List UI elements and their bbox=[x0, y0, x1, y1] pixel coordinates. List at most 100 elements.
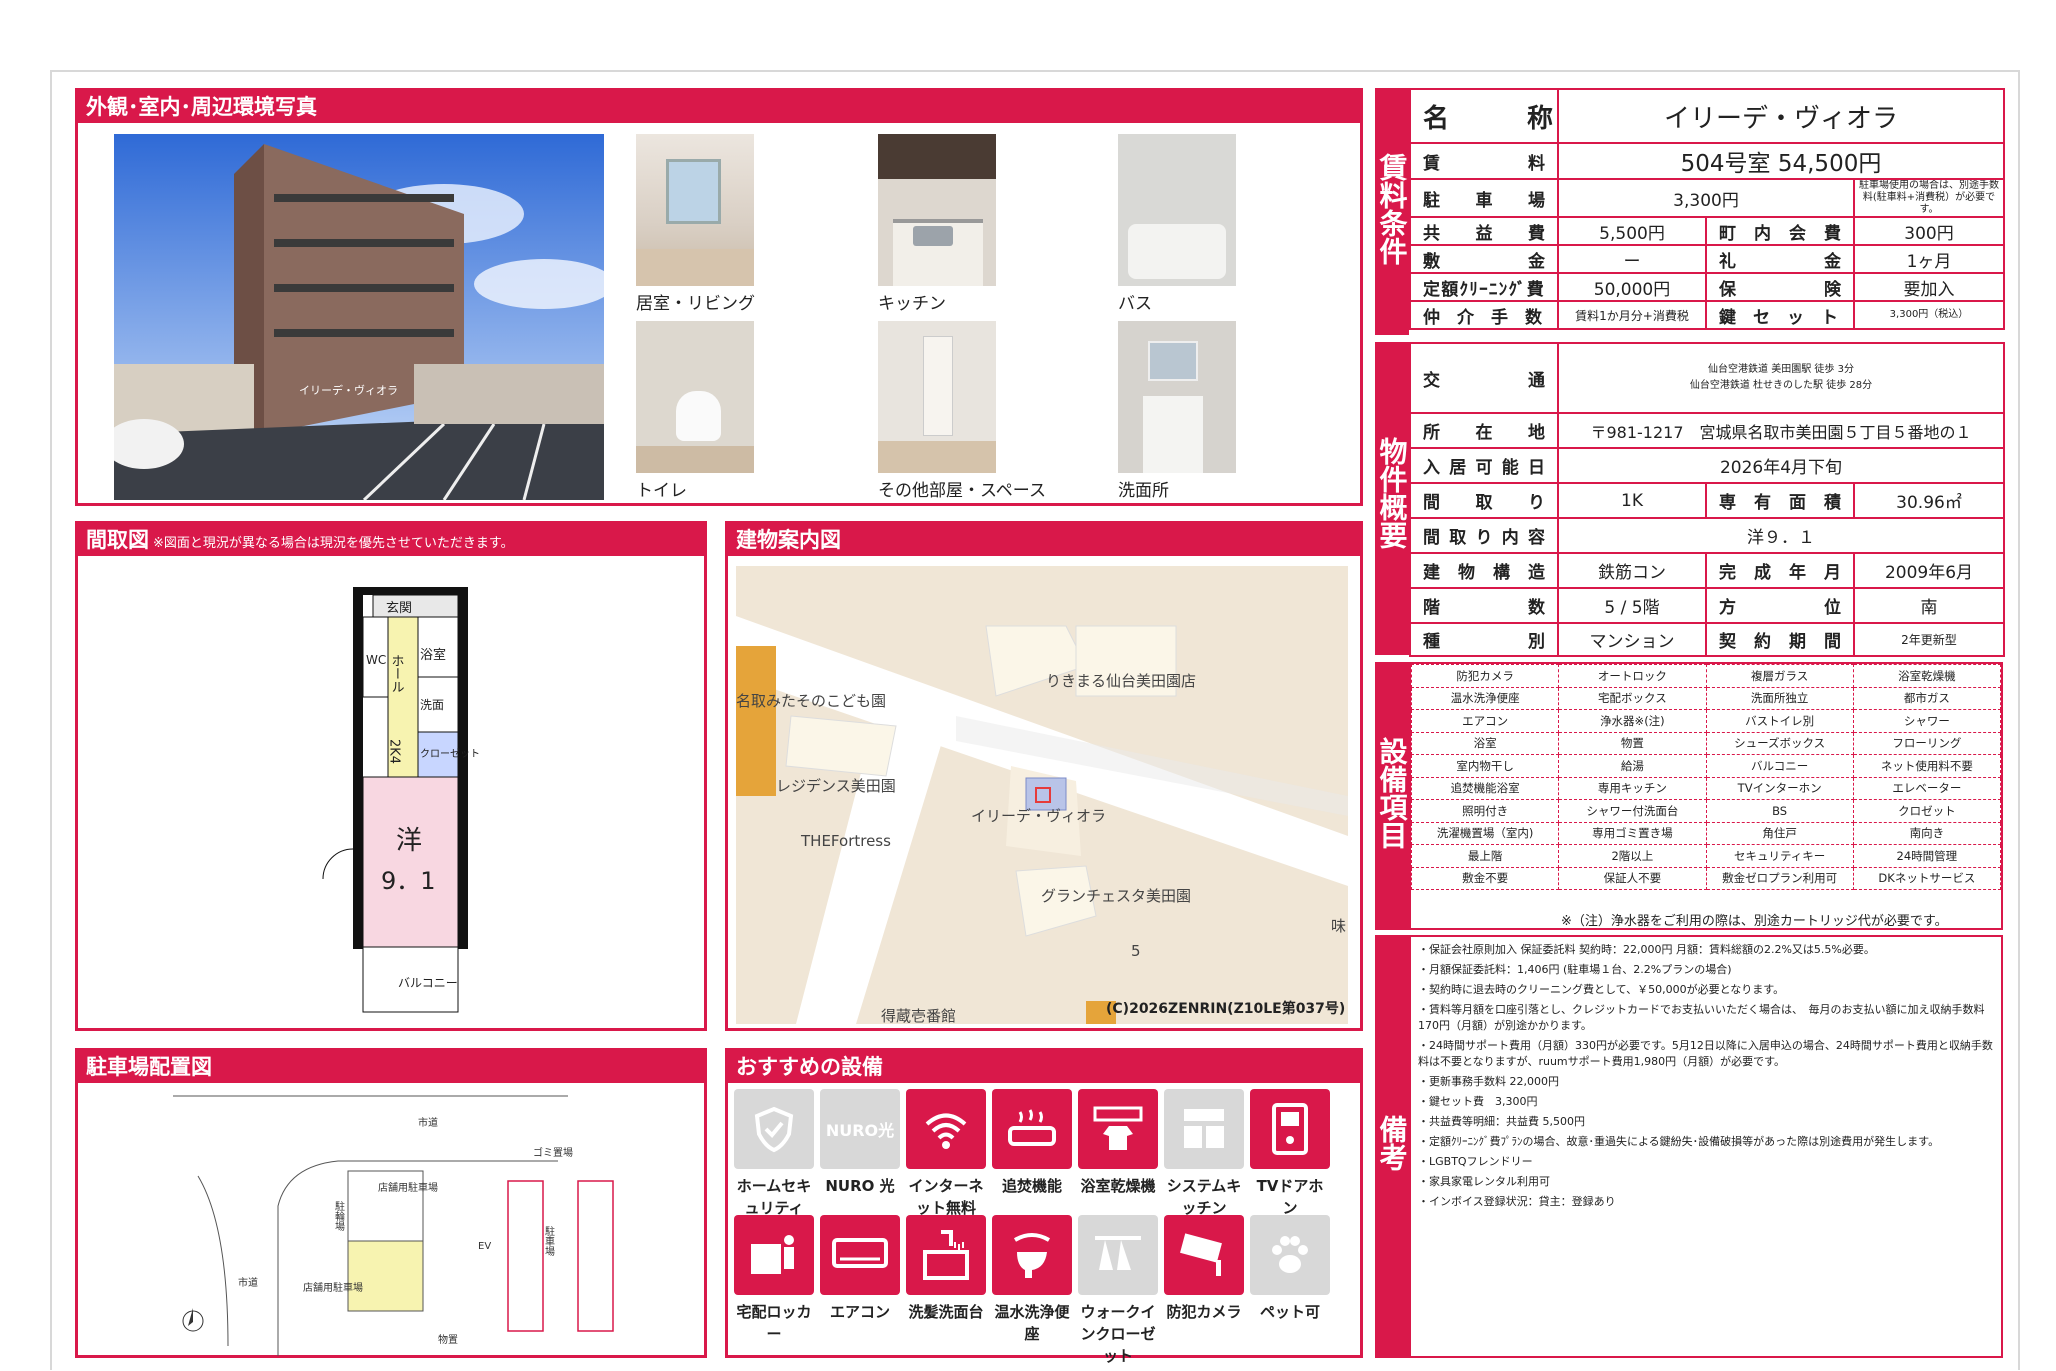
facility-item: 敷金不要 bbox=[1410, 866, 1560, 890]
recommend-item: NURO光 NURO 光 bbox=[820, 1089, 900, 1197]
brokerage-label: 仲 介 手 数 料 bbox=[1409, 300, 1559, 330]
map-copyright: (C)2026ZENRIN(Z10LE第037号) bbox=[1106, 1000, 1345, 1017]
kitchen-icon bbox=[1164, 1089, 1244, 1169]
fp-size: 9．1 bbox=[381, 867, 436, 895]
map-label-residence: レジデンス美田園 bbox=[776, 777, 896, 795]
facility-item: 室内物干し bbox=[1410, 754, 1560, 778]
facility-item: 保証人不要 bbox=[1558, 866, 1707, 890]
facility-item: 都市ガス bbox=[1852, 686, 2002, 710]
caption-toilet: トイレ bbox=[636, 481, 687, 501]
recommend-item: システムキッチン bbox=[1164, 1089, 1244, 1219]
layout: 1K bbox=[1557, 482, 1707, 519]
fp-wc: WC bbox=[366, 653, 386, 667]
fp-balcony: バルコニー bbox=[398, 976, 458, 990]
nuro-text: NURO光 bbox=[825, 1121, 895, 1140]
toilet-photo[interactable] bbox=[636, 321, 754, 473]
facility-item: 24時間管理 bbox=[1852, 844, 2002, 868]
remark-line: ・LGBTQフレンドリー bbox=[1418, 1155, 1533, 1168]
pk-garbage: ゴミ置場 bbox=[533, 1146, 573, 1159]
rent-section-tab: 賃料条件 bbox=[1375, 88, 1409, 335]
facility-item: 物置 bbox=[1558, 731, 1707, 755]
remark-line: ・インボイス登録状況：貸主：登録あり bbox=[1418, 1195, 1616, 1208]
kitchen-photo[interactable] bbox=[878, 134, 996, 286]
parking-fee: 3,300円 bbox=[1557, 178, 1855, 218]
facility-item: 追焚機能浴室 bbox=[1410, 776, 1560, 800]
remark-line: ・定額ｸﾘｰﾆﾝｸﾞ費ﾌﾟﾗﾝの場合、故意･重過失による鍵紛失･設備破損等があっ… bbox=[1418, 1135, 1940, 1148]
map-panel: 建物案内図 りきまる仙台美田園店 名取みたそのこども園 レジデンス美田園 THE… bbox=[725, 521, 1363, 1031]
shield-icon bbox=[734, 1089, 814, 1169]
property-table: 交 通 仙台空港鉄道 美田園駅 徒歩 3分仙台空港鉄道 杜せきのした駅 徒歩 28… bbox=[1409, 342, 2005, 657]
map-label-granchester: グランチェスタ美田園 bbox=[1041, 887, 1191, 905]
recommend-item: 温水洗浄便座 bbox=[992, 1215, 1072, 1345]
remarks-section-title: 備考 bbox=[1375, 1115, 1409, 1171]
pk-shop-parking: 店舗用駐車場 bbox=[378, 1181, 438, 1194]
locker-icon bbox=[734, 1215, 814, 1295]
pk-bike: 駐輪場 bbox=[333, 1200, 345, 1232]
facility-item: 浴室 bbox=[1410, 731, 1560, 755]
closet-icon bbox=[1078, 1215, 1158, 1295]
direction: 南 bbox=[1853, 587, 2005, 624]
exterior-photo[interactable]: イリーデ・ヴィオラ bbox=[114, 134, 604, 500]
caption-bath: バス bbox=[1118, 294, 1152, 314]
access-line-1: 仙台空港鉄道 美田園駅 徒歩 3分 bbox=[1708, 364, 1854, 375]
facility-item: エレベーター bbox=[1852, 776, 2002, 800]
key-fee-label: 鍵 セ ッ ト 費 bbox=[1705, 300, 1855, 330]
remark-line: ・24時間サポート費用（月額）330円が必要です。5月12日以降に入居申込の場合… bbox=[1418, 1039, 1993, 1068]
facilities-note: ※（注）浄水器をご利用の際は、別途カートリッジ代が必要です。 bbox=[1561, 914, 1948, 929]
recommend-item-label: 洗髪洗面台 bbox=[908, 1303, 984, 1321]
map-label-block: 5 bbox=[1131, 942, 1141, 960]
facility-item: TVインターホン bbox=[1705, 776, 1854, 800]
property-name: イリーデ・ヴィオラ bbox=[1557, 88, 2005, 144]
map-image[interactable]: りきまる仙台美田園店 名取みたそのこども園 レジデンス美田園 THEFortre… bbox=[736, 566, 1348, 1024]
floors-label: 階 数 bbox=[1409, 587, 1559, 624]
cleaning-fee: 50,000円 bbox=[1557, 272, 1707, 302]
north-arrow bbox=[182, 1308, 204, 1332]
recommend-item-label: システムキッチン bbox=[1166, 1177, 1242, 1217]
pk-road-left: 市道 bbox=[238, 1276, 258, 1289]
access-label: 交 通 bbox=[1409, 342, 1559, 414]
town-fee-label: 町 内 会 費 bbox=[1705, 216, 1855, 246]
floorplan-drawing: 玄関 WC ホール 2K4 浴室 洗面 クローゼット 洋 9．1 バルコニー bbox=[322, 587, 480, 1013]
recommend-item-label: 防犯カメラ bbox=[1166, 1303, 1242, 1321]
deposit: ー bbox=[1557, 244, 1707, 274]
bathtub-icon bbox=[992, 1089, 1072, 1169]
remark-line: ・保証会社原則加入 保証委託料 契約時：22,000円 月額：賃料総額の2.2%… bbox=[1418, 943, 1875, 956]
nuro-icon: NURO光 bbox=[820, 1089, 900, 1169]
facility-item: 給湯 bbox=[1558, 754, 1707, 778]
caption-kitchen: キッチン bbox=[878, 294, 946, 314]
remark-line: ・共益費等明細：共益費 5,500円 bbox=[1418, 1115, 1585, 1128]
bath-photo[interactable] bbox=[1118, 134, 1236, 286]
living-room-photo[interactable] bbox=[636, 134, 754, 286]
building-sign: イリーデ・ヴィオラ bbox=[299, 383, 398, 397]
other-room-photo[interactable] bbox=[878, 321, 996, 473]
deposit-label: 敷 金 bbox=[1409, 244, 1559, 274]
area: 30.96㎡ bbox=[1853, 482, 2005, 519]
facility-item: オートロック bbox=[1558, 664, 1707, 688]
caption-living: 居室・リビング bbox=[636, 294, 755, 314]
type-label: 種 別 bbox=[1409, 622, 1559, 657]
recommend-title: おすすめの設備 bbox=[728, 1051, 1360, 1083]
facility-item: BS bbox=[1705, 799, 1854, 823]
remark-line: ・更新事務手数料 22,000円 bbox=[1418, 1075, 1559, 1088]
key-fee: 3,300円（税込） bbox=[1853, 300, 2005, 330]
fp-kitchen: 2K4 bbox=[387, 739, 402, 764]
built-date: 2009年6月 bbox=[1853, 552, 2005, 589]
recommend-item: TVドアホン bbox=[1250, 1089, 1330, 1219]
fp-wash: 洗面 bbox=[420, 698, 444, 712]
fp-entrance: 玄関 bbox=[386, 601, 412, 616]
paw-icon bbox=[1250, 1215, 1330, 1295]
facility-item: 角住戸 bbox=[1705, 821, 1854, 845]
facility-item: 宅配ボックス bbox=[1558, 686, 1707, 710]
recommend-item-label: ウォークインクローゼット bbox=[1080, 1303, 1156, 1365]
cleaning-label: 定額ｸﾘｰﾆﾝｸﾞ費 bbox=[1409, 272, 1559, 302]
facility-item: ネット使用料不要 bbox=[1852, 754, 2002, 778]
access-line-2: 仙台空港鉄道 杜せきのした駅 徒歩 28分 bbox=[1689, 380, 1873, 391]
key-money-label: 礼 金 bbox=[1705, 244, 1855, 274]
map-label-kodomoen: 名取みたそのこども園 bbox=[736, 692, 886, 710]
washroom-photo[interactable] bbox=[1118, 321, 1236, 473]
property-section-title: 物件概要 bbox=[1375, 437, 1409, 549]
rooms-label: 間 取 り 内 容 bbox=[1409, 517, 1559, 554]
aircon-icon bbox=[820, 1215, 900, 1295]
structure-label: 建 物 構 造 bbox=[1409, 552, 1559, 589]
rent-table: 名 称イリーデ・ヴィオラ 賃 料 504号室 54,500円 駐 車 場 3,300… bbox=[1409, 88, 2005, 330]
